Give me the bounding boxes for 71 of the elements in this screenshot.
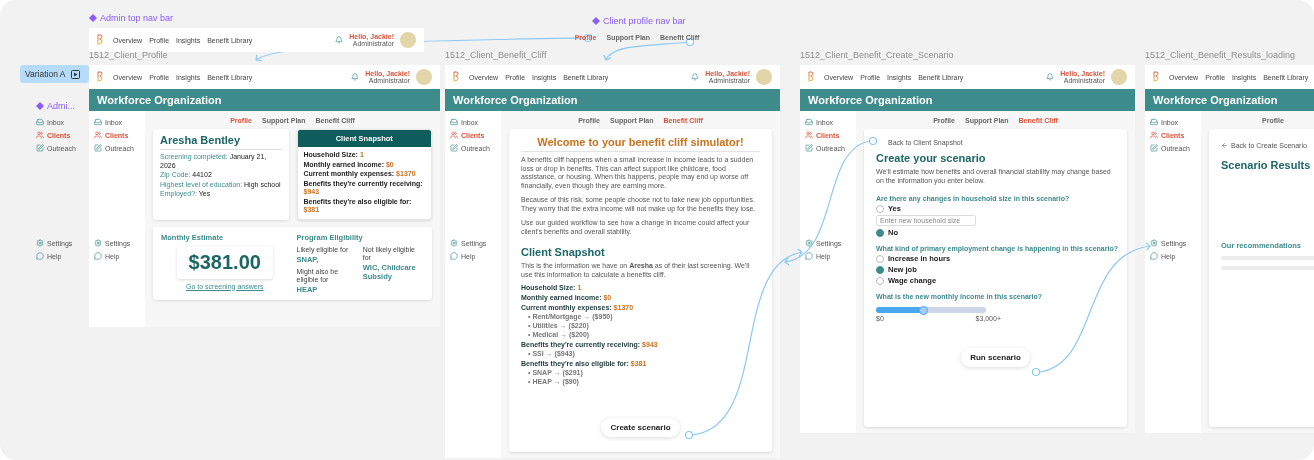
radio-button[interactable] — [876, 204, 884, 213]
logo-icon — [97, 34, 103, 46]
variation-label: Variation A — [25, 69, 66, 79]
users-icon — [805, 131, 813, 139]
settings-icon — [805, 239, 813, 247]
inbox-icon — [450, 118, 458, 126]
inbox-icon — [805, 118, 813, 126]
users-icon — [94, 131, 102, 139]
create-scenario-button[interactable]: Create scenario — [601, 418, 680, 437]
edit-icon — [94, 144, 102, 152]
avatar[interactable] — [400, 32, 416, 48]
edit-icon — [450, 144, 458, 152]
welcome-title: Welcome to your benefit cliff simulator! — [521, 136, 760, 152]
frame-title: 1512_Client_Benefit_Cliff — [445, 50, 548, 60]
edit-icon — [36, 144, 44, 152]
notification-bell-icon[interactable] — [335, 36, 344, 44]
component-icon — [592, 17, 600, 25]
users-icon — [450, 131, 458, 139]
radio-button[interactable] — [876, 228, 884, 237]
avatar[interactable] — [1111, 69, 1127, 85]
users-icon — [1150, 131, 1158, 139]
component-icon — [89, 14, 97, 22]
logo-icon — [453, 71, 459, 83]
settings-icon — [450, 239, 458, 247]
edit-icon — [1150, 144, 1158, 152]
logo-icon — [97, 71, 103, 83]
organization-header: Workforce Organization — [445, 89, 780, 111]
avatar[interactable] — [416, 69, 432, 85]
radio-button[interactable] — [876, 276, 884, 285]
users-icon — [36, 131, 44, 139]
logo-icon — [808, 71, 814, 83]
inbox-icon — [1150, 118, 1158, 126]
edit-icon — [805, 144, 813, 152]
logo-icon — [1153, 71, 1159, 83]
chat-bubble-icon — [36, 252, 44, 260]
organization-header: Workforce Organization — [89, 89, 440, 111]
client-name: Aresha Bentley — [160, 134, 282, 150]
component-name: Client profile nav bar — [603, 16, 686, 26]
notification-bell-icon[interactable] — [1046, 73, 1055, 81]
component-name: Admin top nav bar — [100, 13, 174, 23]
frame-title: 1512_Client_Profile — [89, 50, 169, 60]
inbox-icon — [36, 118, 44, 126]
settings-icon — [1150, 239, 1158, 247]
chat-bubble-icon — [805, 252, 813, 260]
snapshot-heading: Client Snapshot — [521, 246, 606, 258]
scenario-title: Create your scenario — [876, 152, 987, 164]
component-icon — [36, 102, 44, 110]
chat-bubble-icon — [94, 252, 102, 260]
variation-tag[interactable]: Variation A — [20, 65, 89, 83]
component-name: Admi... — [47, 101, 75, 111]
frame-title: 1512_Client_Benefit_Create_Scenario — [800, 50, 955, 60]
organization-header: Workforce Organization — [800, 89, 1135, 111]
frame-title: 1512_Client_Benefit_Results_loading — [1145, 50, 1297, 60]
income-slider[interactable] — [876, 307, 986, 313]
arrow-left-icon — [1221, 142, 1228, 149]
settings-icon — [94, 239, 102, 247]
organization-header: Workforce Organization — [1145, 89, 1314, 111]
chat-bubble-icon — [450, 252, 458, 260]
estimate-amount: $381.00 — [176, 245, 273, 279]
results-title: Scenario Results — [1221, 159, 1312, 171]
notification-bell-icon[interactable] — [691, 73, 700, 81]
radio-button[interactable] — [876, 254, 884, 263]
run-scenario-button[interactable]: Run scenario — [961, 348, 1030, 367]
chat-bubble-icon — [1150, 252, 1158, 260]
slider-thumb[interactable] — [918, 305, 928, 315]
radio-button[interactable] — [876, 265, 884, 274]
play-frame-icon — [71, 69, 81, 79]
avatar[interactable] — [756, 69, 772, 85]
settings-icon — [36, 239, 44, 247]
notification-bell-icon[interactable] — [351, 73, 360, 81]
inbox-icon — [94, 118, 102, 126]
